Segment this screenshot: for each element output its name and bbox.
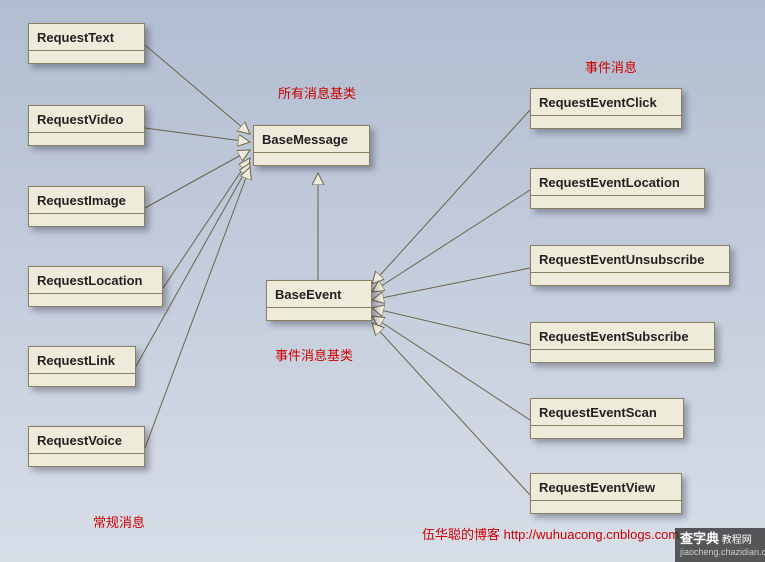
class-compartment [29,373,135,386]
class-request-event-click: RequestEventClick [530,88,682,129]
class-compartment [531,272,729,285]
watermark: 查字典 教程网 jiaocheng.chazidian.com [675,528,765,562]
class-title: BaseEvent [267,281,371,307]
class-request-link: RequestLink [28,346,136,387]
uml-diagram-canvas: 所有消息基类 事件消息基类 常规消息 事件消息 伍华聪的博客 http://wu… [0,0,765,562]
class-request-location: RequestLocation [28,266,163,307]
event-messages-label: 事件消息 [585,57,637,76]
class-title: RequestEventUnsubscribe [531,246,729,272]
class-title: RequestVideo [29,106,144,132]
watermark-line1: 查字典 [680,531,719,546]
class-request-text: RequestText [28,23,145,64]
class-base-event: BaseEvent [266,280,372,321]
class-request-event-subscribe: RequestEventSubscribe [530,322,715,363]
class-base-message: BaseMessage [253,125,370,166]
class-compartment [531,500,681,513]
class-title: RequestEventScan [531,399,683,425]
class-compartment [531,425,683,438]
class-compartment [531,349,714,362]
class-request-image: RequestImage [28,186,145,227]
class-request-event-view: RequestEventView [530,473,682,514]
class-title: BaseMessage [254,126,369,152]
class-request-event-location: RequestEventLocation [530,168,705,209]
class-title: RequestEventSubscribe [531,323,714,349]
class-title: RequestEventView [531,474,681,500]
base-message-annotation: 所有消息基类 [278,83,356,102]
watermark-line2: 教程网 [722,535,752,546]
watermark-line3: jiaocheng.chazidian.com [680,547,765,557]
class-compartment [29,50,144,63]
class-request-voice: RequestVoice [28,426,145,467]
class-compartment [531,115,681,128]
class-compartment [29,213,144,226]
class-title: RequestEventClick [531,89,681,115]
class-request-video: RequestVideo [28,105,145,146]
class-title: RequestLink [29,347,135,373]
class-request-event-unsubscribe: RequestEventUnsubscribe [530,245,730,286]
class-request-event-scan: RequestEventScan [530,398,684,439]
class-compartment [267,307,371,320]
class-title: RequestEventLocation [531,169,704,195]
class-compartment [29,132,144,145]
class-compartment [531,195,704,208]
class-title: RequestVoice [29,427,144,453]
blog-credit-label: 伍华聪的博客 http://wuhuacong.cnblogs.com [422,524,679,543]
base-event-annotation: 事件消息基类 [275,345,353,364]
class-title: RequestText [29,24,144,50]
class-title: RequestLocation [29,267,162,293]
class-compartment [254,152,369,165]
regular-messages-label: 常规消息 [93,512,145,531]
class-compartment [29,453,144,466]
class-compartment [29,293,162,306]
class-title: RequestImage [29,187,144,213]
